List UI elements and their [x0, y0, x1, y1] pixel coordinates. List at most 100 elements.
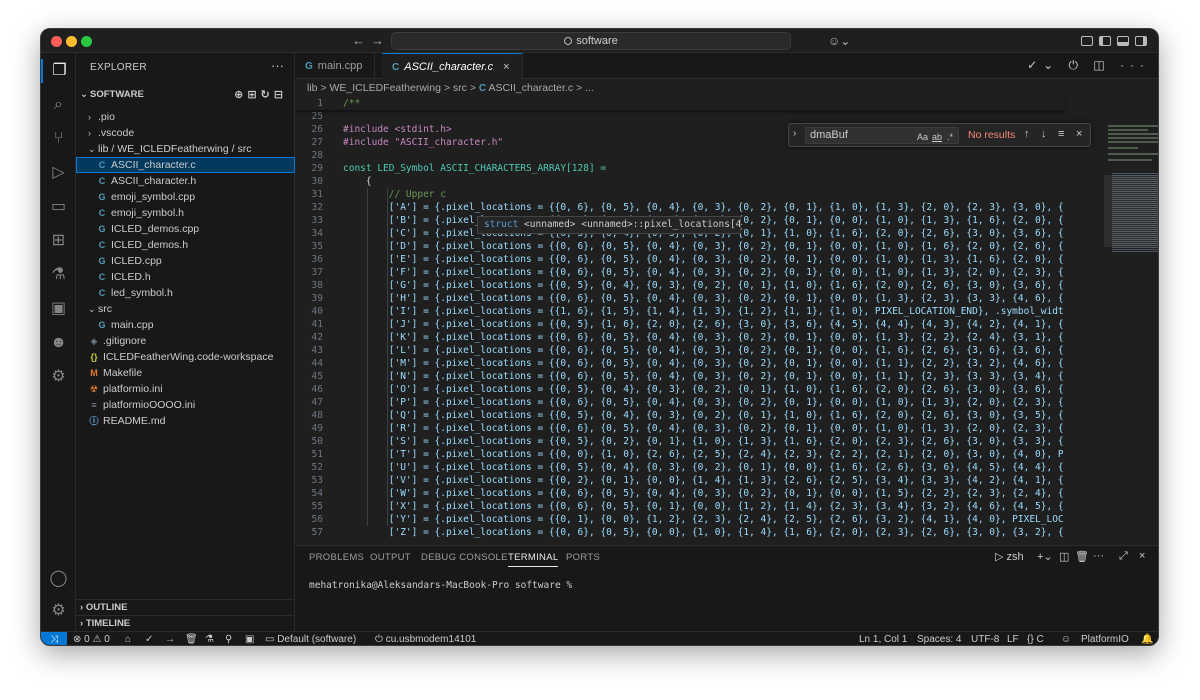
- tree-item[interactable]: ◈ .gitignore: [76, 333, 295, 349]
- docker-settings-icon[interactable]: ⚙: [41, 365, 76, 389]
- editor-actions[interactable]: ✓⌄ ⏻ ◫ ···: [1027, 58, 1150, 73]
- toggle-secondary-sidebar-icon[interactable]: [1135, 36, 1147, 46]
- back-arrow-icon[interactable]: ←: [352, 33, 365, 48]
- close-window-button[interactable]: [51, 36, 62, 47]
- code-line[interactable]: ['M'] = {.pixel_locations = {{0, 6}, {0,…: [343, 357, 1063, 370]
- platformio-alien-icon[interactable]: ☻: [41, 331, 76, 355]
- tree-item[interactable]: ☢ platformio.ini: [76, 381, 295, 397]
- code-lines[interactable]: #include <stdint.h> #include "ASCII_chara…: [343, 97, 1063, 545]
- tree-item[interactable]: M Makefile: [76, 365, 295, 381]
- code-line[interactable]: ['P'] = {.pixel_locations = {{0, 6}, {0,…: [343, 396, 1063, 409]
- remote-explorer-icon[interactable]: ▭: [41, 195, 76, 219]
- customize-layout-icon[interactable]: [1081, 36, 1093, 46]
- tree-item[interactable]: ⌄ src: [76, 301, 295, 317]
- code-line[interactable]: ['W'] = {.pixel_locations = {{0, 6}, {0,…: [343, 487, 1063, 500]
- find-in-selection-icon[interactable]: ≡: [1058, 128, 1064, 140]
- previous-match-icon[interactable]: ↑: [1024, 128, 1030, 140]
- tab-ports[interactable]: PORTS: [566, 552, 600, 563]
- tab-problems[interactable]: PROBLEMS: [309, 552, 364, 563]
- copilot-icon[interactable]: ☺⌄: [828, 34, 850, 48]
- next-match-icon[interactable]: ↓: [1041, 128, 1047, 140]
- extensions-icon[interactable]: ⊞: [41, 229, 76, 253]
- use-regex-toggle[interactable]: .*: [947, 130, 953, 145]
- maximize-panel-icon[interactable]: ⤢: [1119, 550, 1128, 563]
- minimap[interactable]: [1104, 123, 1158, 571]
- close-find-icon[interactable]: ×: [1076, 128, 1082, 140]
- code-line[interactable]: ['Y'] = {.pixel_locations = {{0, 1}, {0,…: [343, 513, 1063, 526]
- breadcrumb-path[interactable]: lib > WE_ICLEDFeatherwing > src >: [307, 82, 476, 94]
- match-whole-word-toggle[interactable]: ab: [932, 130, 942, 145]
- tree-item[interactable]: ⌄ lib / WE_ICLEDFeatherwing / src: [76, 141, 295, 157]
- tab-terminal[interactable]: TERMINAL: [508, 552, 559, 567]
- kill-terminal-trash-icon[interactable]: 🗑: [1075, 550, 1089, 563]
- explorer-toolbar[interactable]: ⊕⊞↻⊟: [234, 87, 287, 103]
- manage-gear-icon[interactable]: ⚙: [41, 599, 76, 623]
- tree-item[interactable]: G ICLED.cpp: [76, 253, 295, 269]
- code-line[interactable]: ['Q'] = {.pixel_locations = {{0, 5}, {0,…: [343, 409, 1063, 422]
- tab-debug-console[interactable]: DEBUG CONSOLE: [421, 552, 508, 563]
- toggle-primary-sidebar-icon[interactable]: [1099, 36, 1111, 46]
- remote-indicator-icon[interactable]: ⤨: [41, 632, 67, 645]
- tree-item[interactable]: › .pio: [76, 109, 295, 125]
- code-line[interactable]: ['L'] = {.pixel_locations = {{0, 6}, {0,…: [343, 344, 1063, 357]
- tree-item[interactable]: ≡ platformioOOOO.ini: [76, 397, 295, 413]
- platformio-build-icon[interactable]: ✓: [145, 632, 153, 645]
- search-view-icon[interactable]: ⌕: [41, 93, 76, 117]
- testing-flask-icon[interactable]: ⚗: [41, 263, 76, 287]
- package-box-icon[interactable]: ▣: [41, 297, 76, 321]
- tree-item[interactable]: G ICLED_demos.cpp: [76, 221, 295, 237]
- code-line[interactable]: ['E'] = {.pixel_locations = {{0, 6}, {0,…: [343, 253, 1063, 266]
- tree-item[interactable]: C ICLED_demos.h: [76, 237, 295, 253]
- tree-item[interactable]: Gmain.cpp: [76, 317, 295, 333]
- tab-ascii-character-c[interactable]: C ASCII_character.c ×: [382, 53, 523, 79]
- split-terminal-icon[interactable]: ◫: [1059, 550, 1069, 563]
- code-line[interactable]: ['J'] = {.pixel_locations = {{0, 5}, {1,…: [343, 318, 1063, 331]
- tab-main-cpp[interactable]: Gmain.cpp: [295, 53, 376, 79]
- explorer-icon[interactable]: ❐: [41, 59, 76, 83]
- more-actions-icon[interactable]: ···: [271, 58, 284, 73]
- tab-output[interactable]: OUTPUT: [370, 552, 411, 563]
- terminal-shell-selector[interactable]: ▷ zsh: [995, 550, 1024, 563]
- cursor-position[interactable]: Ln 1, Col 1: [859, 632, 907, 645]
- panel-more-icon[interactable]: ···: [1093, 550, 1104, 562]
- code-line[interactable]: ['F'] = {.pixel_locations = {{0, 6}, {0,…: [343, 266, 1063, 279]
- code-line[interactable]: ['D'] = {.pixel_locations = {{0, 6}, {0,…: [343, 240, 1063, 253]
- tree-item[interactable]: Gemoji_symbol.cpp: [76, 189, 295, 205]
- platformio-clean-icon[interactable]: 🗑: [185, 632, 198, 645]
- close-tab-icon[interactable]: ×: [503, 61, 509, 73]
- tree-item[interactable]: {} ICLEDFeatherWing.code-workspace: [76, 349, 295, 365]
- code-line[interactable]: #include "ASCII_character.h": [343, 136, 503, 149]
- source-control-icon[interactable]: ⑂: [41, 127, 76, 151]
- notifications-bell-icon[interactable]: 🔔: [1141, 632, 1153, 645]
- breadcrumb-file[interactable]: ASCII_character.c: [488, 82, 573, 94]
- platformio-upload-icon[interactable]: →: [165, 632, 175, 645]
- platformio-monitor-icon[interactable]: ⚲: [225, 632, 232, 645]
- code-line[interactable]: ['U'] = {.pixel_locations = {{0, 5}, {0,…: [343, 461, 1063, 474]
- code-line[interactable]: // Upper c: [343, 188, 446, 201]
- toggle-panel-icon[interactable]: [1117, 36, 1129, 46]
- code-line[interactable]: ['G'] = {.pixel_locations = {{0, 5}, {0,…: [343, 279, 1063, 292]
- code-editor[interactable]: 25 26 27 28 29 30 31 32 33 34 35 36 37 38 39 40 41 42 43 44…: [295, 97, 1158, 545]
- code-line[interactable]: ['H'] = {.pixel_locations = {{0, 6}, {0,…: [343, 292, 1063, 305]
- code-line[interactable]: {: [343, 175, 372, 188]
- match-case-toggle[interactable]: Aa: [917, 130, 928, 145]
- tree-item[interactable]: C ICLED.h: [76, 269, 295, 285]
- indentation-setting[interactable]: Spaces: 4: [917, 632, 961, 645]
- tree-item[interactable]: ⓘ README.md: [76, 413, 295, 429]
- account-icon[interactable]: ◯: [41, 567, 76, 591]
- platformio-status[interactable]: PlatformIO: [1081, 632, 1129, 645]
- code-line[interactable]: ['V'] = {.pixel_locations = {{0, 2}, {0,…: [343, 474, 1063, 487]
- code-line[interactable]: #include <stdint.h>: [343, 123, 452, 136]
- outline-section-header[interactable]: › OUTLINE: [76, 599, 295, 615]
- code-line[interactable]: ['R'] = {.pixel_locations = {{0, 6}, {0,…: [343, 422, 1063, 435]
- tree-item[interactable]: Cemoji_symbol.h: [76, 205, 295, 221]
- toggle-replace-chevron-icon[interactable]: ›: [793, 128, 796, 139]
- sticky-scroll-header[interactable]: 1 /**: [295, 97, 1065, 110]
- maximize-window-button[interactable]: [81, 36, 92, 47]
- code-line[interactable]: ['O'] = {.pixel_locations = {{0, 5}, {0,…: [343, 383, 1063, 396]
- code-line[interactable]: ['A'] = {.pixel_locations = {{0, 6}, {0,…: [343, 201, 1063, 214]
- serial-port-selector[interactable]: ⏻ cu.usbmodem14101: [375, 632, 476, 645]
- find-input[interactable]: dmaBuf Aa ab .*: [805, 127, 959, 144]
- close-panel-icon[interactable]: ×: [1139, 550, 1145, 562]
- platformio-terminal-icon[interactable]: ▣: [245, 632, 254, 645]
